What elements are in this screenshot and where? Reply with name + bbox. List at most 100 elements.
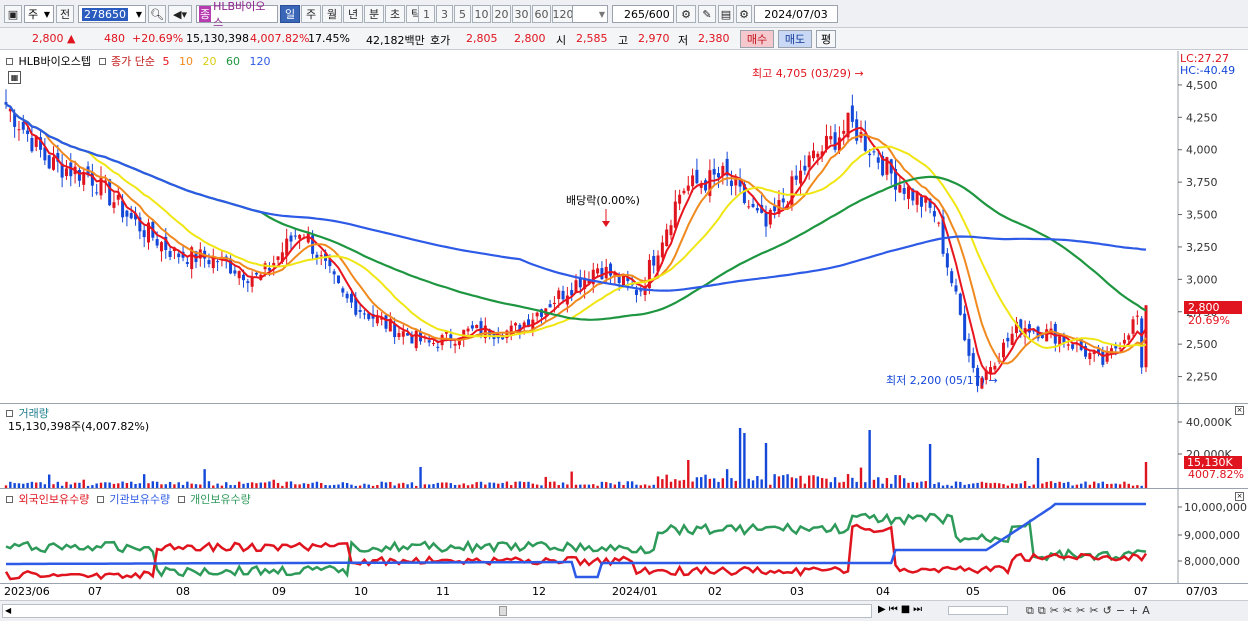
interval-button-0[interactable]: 1 [418,5,435,23]
period-button-5[interactable]: 초 [385,5,405,23]
price-chart[interactable]: 4,5004,2504,0003,7503,5003,2503,0002,750… [0,51,1248,404]
volume-bar [1028,485,1031,488]
cut4-icon[interactable]: ✂ [1089,604,1102,617]
candle-body [77,169,81,181]
period-button-0[interactable]: 일 [280,5,300,23]
interval-button-4[interactable]: 20 [492,5,511,23]
candle-body [112,202,116,208]
speed-slider[interactable] [948,606,1008,615]
stock-code-input[interactable]: 278650 ▼ [78,5,146,23]
volume-bar [540,485,543,488]
scroll-thumb[interactable] [499,606,507,616]
grid-table-icon[interactable]: ▦ [8,71,21,84]
volume-bar [294,484,297,488]
price-tick-label: 3,000 [1186,273,1218,286]
volume-chart[interactable]: 40,000K20,000K [0,404,1248,489]
volume-bar [78,482,81,488]
candle-body [125,210,129,217]
volume-bar [635,484,638,488]
volume-bar [989,483,992,488]
candle-body [717,173,720,178]
volume-bar [838,482,841,488]
period-button-2[interactable]: 월 [322,5,342,23]
holding-tick-label: 10,000,000 [1184,501,1247,514]
price-tick-label: 4,250 [1186,111,1218,124]
cut-icon[interactable]: ✂ [1050,604,1063,617]
low-label: 저 [678,34,689,47]
chevron-down-icon: ▼ [43,9,50,19]
stock-name-field[interactable]: 종 HLB바이오스 [196,0,278,29]
volume-bar [147,483,150,488]
buy-button[interactable]: 매수 [740,30,774,48]
ask-price: 2,805 [466,32,498,45]
reset-icon[interactable]: ↺ [1103,604,1116,617]
compare-icon[interactable]: ⧉ [1026,604,1038,617]
cut2-icon[interactable]: ✂ [1063,604,1076,617]
interval-button-1[interactable]: 3 [436,5,453,23]
volume-bar [272,479,275,488]
volume-bar [419,466,422,488]
prev-button[interactable]: 전 [56,5,74,23]
gear-icon[interactable]: ⚙ [736,5,752,23]
eval-button[interactable]: 평 [816,30,836,48]
legend-box-icon [96,496,104,503]
interval-button-6[interactable]: 60 [532,5,551,23]
volume-bar [734,480,737,488]
volume-bar [181,484,185,488]
rewind-icon[interactable]: ⏮ [889,604,901,615]
compare2-icon[interactable]: ⧉ [1038,604,1050,617]
cut3-icon[interactable]: ✂ [1076,604,1089,617]
close-icon[interactable]: × [1235,492,1244,501]
interval-button-5[interactable]: 30 [512,5,531,23]
save-icon[interactable]: ▤ [718,5,734,23]
candle-body [427,340,431,343]
volume-bar [91,485,94,488]
price-change-pct: +20.69% [132,32,184,45]
period-button-3[interactable]: 년 [343,5,363,23]
close-icon[interactable]: × [1235,406,1244,415]
search-icon[interactable]: 🔍︎ [148,5,166,23]
play-icon[interactable]: ▶ [878,604,889,615]
candle-body [470,325,474,329]
current-price: 2,800 [32,32,64,45]
zoom-in-icon[interactable]: + [1129,604,1142,617]
period-button-1[interactable]: 주 [301,5,321,23]
volume-bar [440,482,444,488]
date-field[interactable]: 2024/07/03 [754,5,838,23]
volume-bar [95,483,98,488]
stop-icon[interactable]: ■ [901,604,913,615]
font-size-icon[interactable]: A [1142,604,1154,617]
draw-tool-icon[interactable]: ✎ [698,5,716,23]
zoom-out-icon[interactable]: − [1116,604,1129,617]
mode-select[interactable]: 주 ▼ [24,5,54,23]
interval-button-3[interactable]: 10 [472,5,491,23]
volume-bar [738,428,742,488]
volume-bar [177,482,180,488]
candle-body [1144,305,1148,368]
window-menu-icon[interactable]: ▣ [4,5,22,23]
count-field[interactable]: 265 /600 [612,5,674,23]
volume-bar [4,485,8,488]
volume-bar [890,483,893,488]
forward-icon[interactable]: ⏭ [913,604,925,615]
chart-settings-icon[interactable]: ⚙︎ [676,5,696,23]
volume-bar [142,474,146,488]
volume-bar [505,481,509,488]
candle-body [945,253,949,268]
scroll-left-icon[interactable]: ◀ [5,607,17,615]
interval-button-7[interactable]: 120 [552,5,574,23]
period-button-4[interactable]: 분 [364,5,384,23]
sound-icon[interactable]: ◀▾ [168,5,192,23]
volume-bar [1088,484,1092,488]
volume-bar [570,471,573,488]
volume-bar [1062,482,1066,488]
candle-body [1066,344,1070,346]
ma10-line [5,103,1147,365]
legend-box-icon [6,496,13,503]
volume-bar [99,482,103,488]
candle-body [47,155,51,169]
interval-button-2[interactable]: 5 [454,5,471,23]
sell-button[interactable]: 매도 [778,30,812,48]
custom-interval-select[interactable]: ▼ [572,5,608,23]
horizontal-scrollbar[interactable]: ◀ [2,604,872,618]
